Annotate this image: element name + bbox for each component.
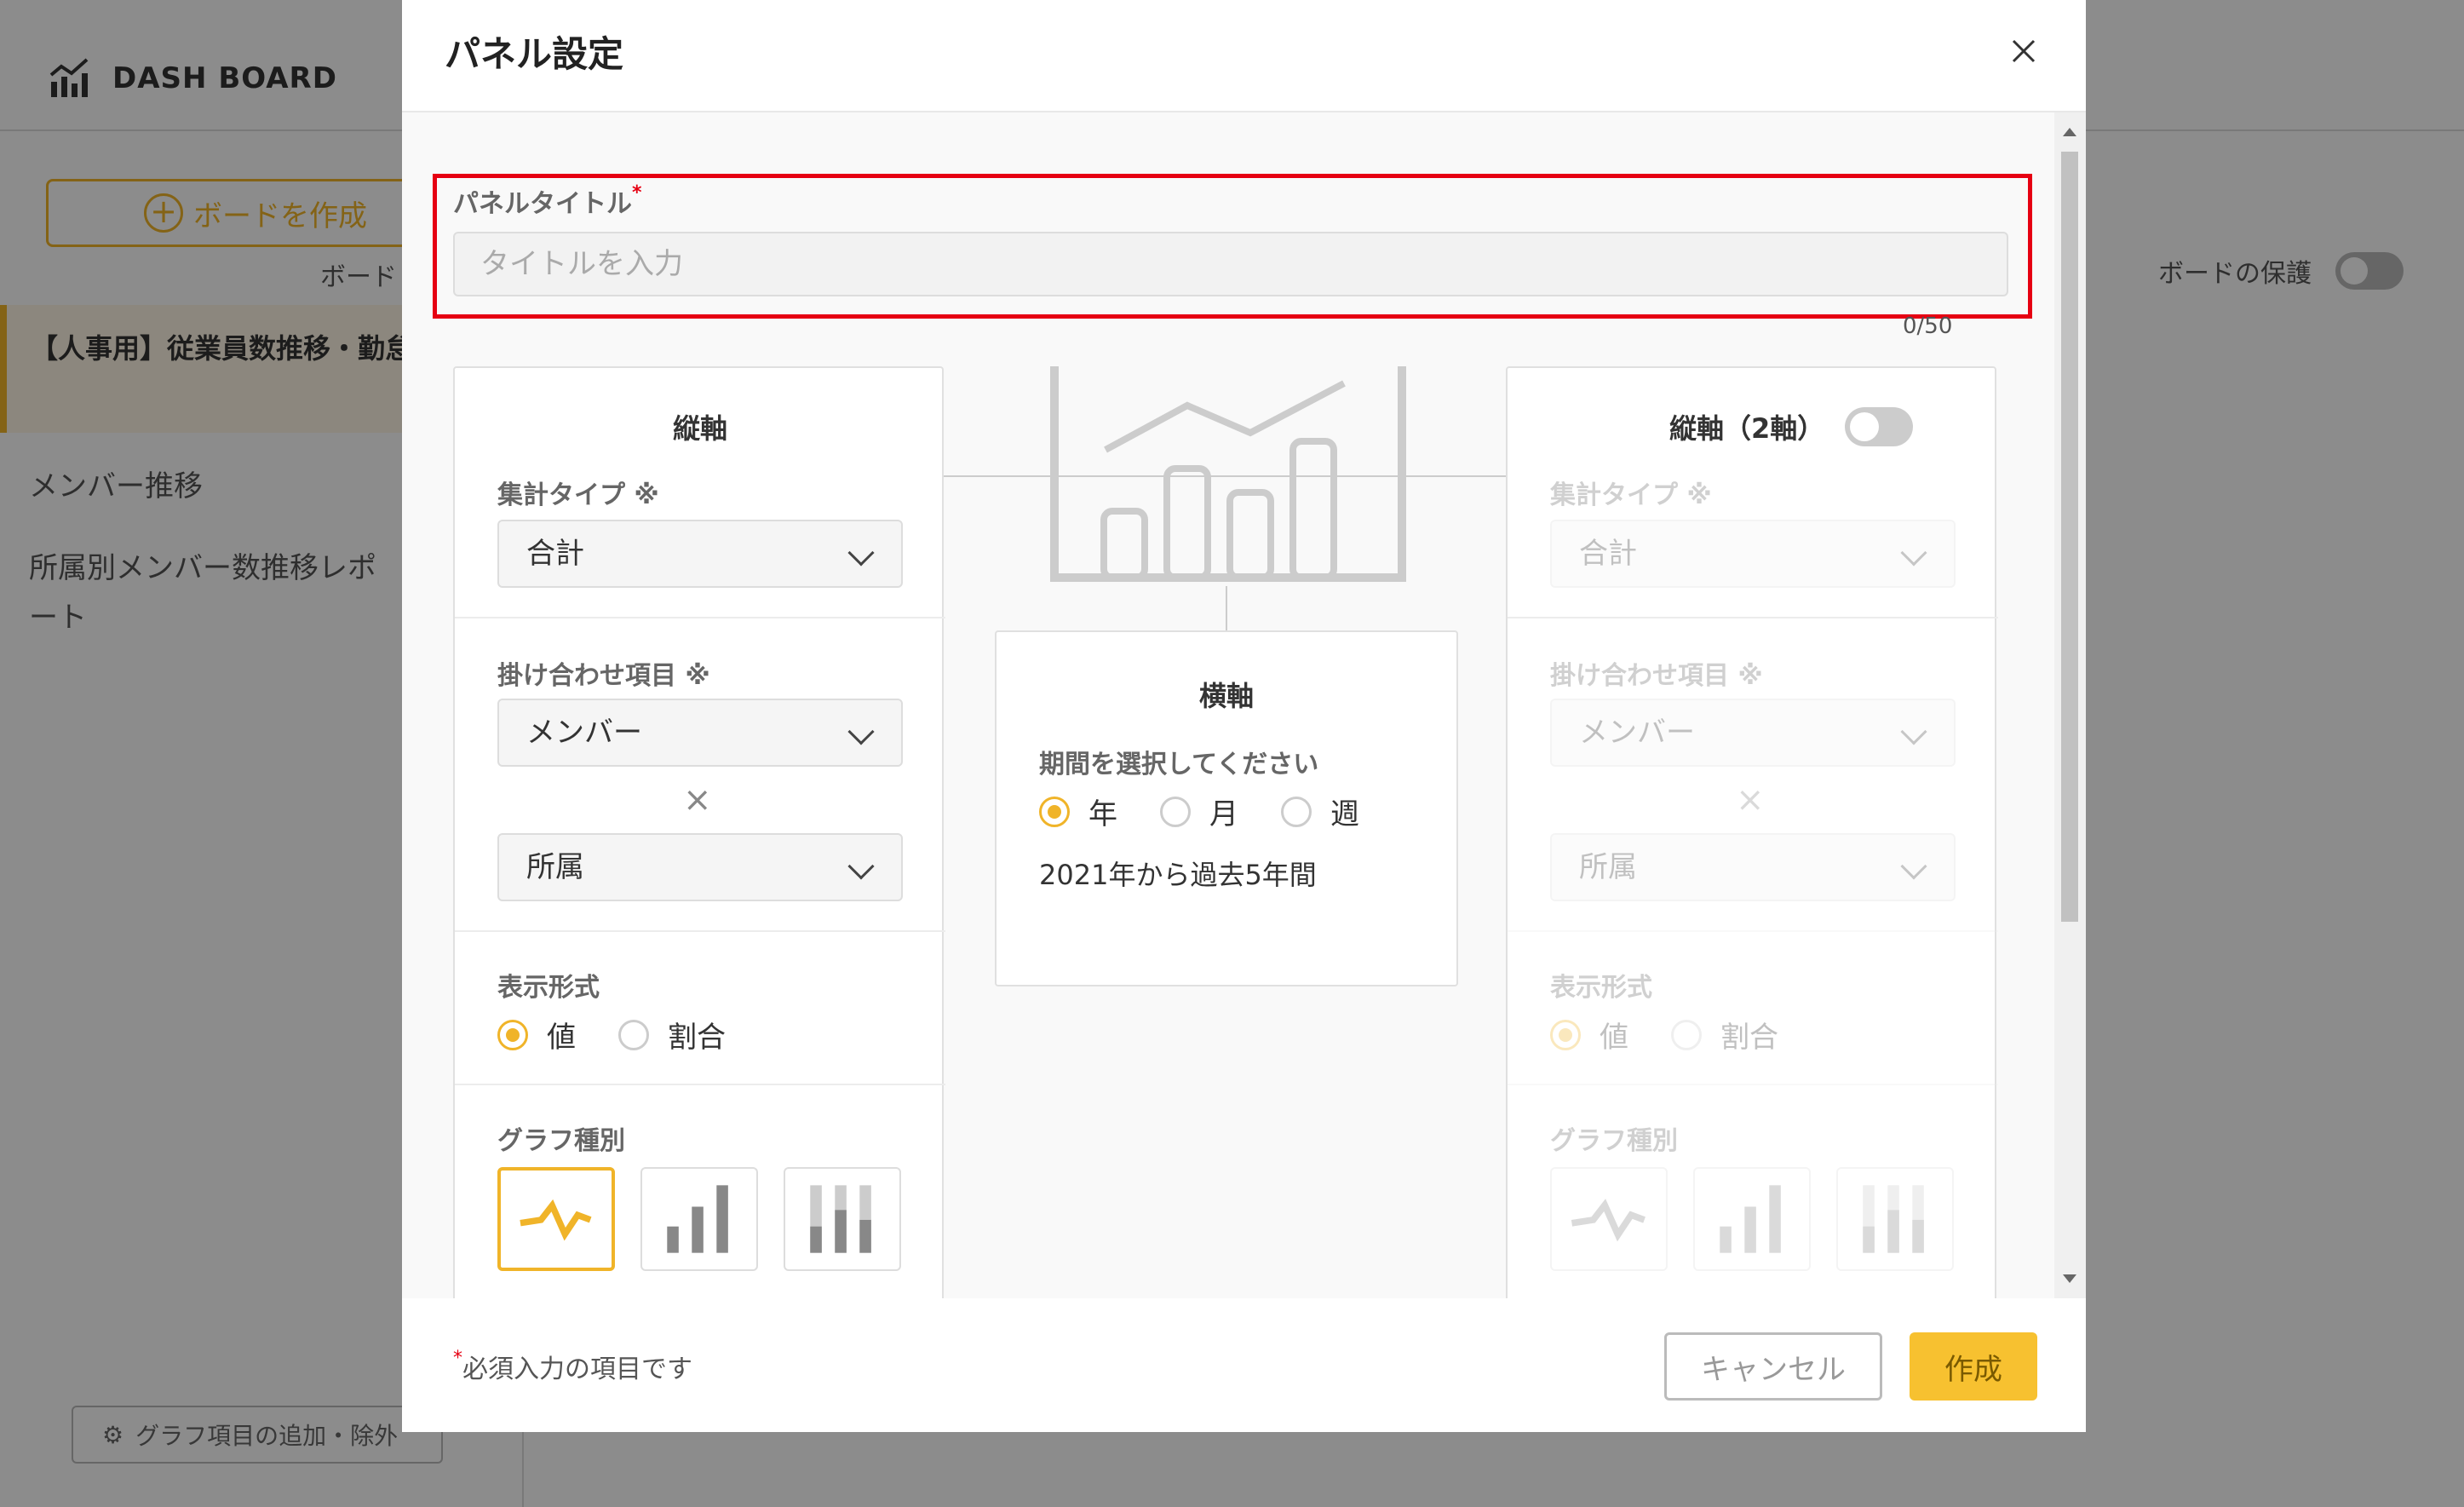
secondary-axis-heading: 縦軸（2軸） [1669, 412, 1825, 445]
required-mark: * [632, 182, 642, 204]
modal-footer: *必須入力の項目です キャンセル 作成 [402, 1298, 2086, 1432]
char-count: 0/50 [1903, 313, 1953, 339]
connector-line [1455, 475, 1506, 477]
combination-value-3: メンバー [1579, 716, 1695, 750]
combination-select-4: 所属 [1550, 833, 1956, 901]
vertical-axis-heading: 縦軸 [672, 412, 727, 445]
radio-value-2 [1550, 1019, 1581, 1050]
combination-label-2: 掛け合わせ項目 ※ [1550, 661, 1763, 691]
display-format-section-2: 表示形式 値 割合 [1508, 932, 1998, 1085]
chevron-down-icon [847, 718, 875, 745]
radio-value-label-2: 値 [1600, 1021, 1628, 1055]
stacked-bar-icon [810, 1185, 871, 1253]
bar-chart-icon [667, 1185, 728, 1253]
graph-type-section-2: グラフ種別 [1508, 1085, 1998, 1298]
period-range-text: 2021年から過去5年間 [1039, 859, 1317, 891]
chevron-down-icon [1900, 718, 1927, 745]
bar-chart-icon [1720, 1185, 1781, 1253]
combination-select-2[interactable]: 所属 [497, 833, 903, 901]
aggregate-type-label-2: 集計タイプ ※ [1550, 480, 1712, 510]
radio-ratio-2 [1671, 1019, 1702, 1050]
radio-value-label: 値 [547, 1021, 576, 1055]
modal-title: パネル設定 [445, 33, 624, 75]
required-note: *必須入力の項目です [453, 1348, 692, 1385]
combination-value-1: メンバー [526, 716, 642, 750]
times-icon: × [683, 780, 712, 820]
create-button[interactable]: 作成 [1910, 1332, 2037, 1401]
modal-header: パネル設定 [402, 0, 2086, 112]
required-mark: * [453, 1348, 462, 1369]
connector-line [1226, 586, 1227, 630]
cancel-button[interactable]: キャンセル [1664, 1332, 1882, 1401]
radio-ratio-label-2: 割合 [1720, 1021, 1778, 1055]
aggregate-section: 縦軸 集計タイプ ※ 合計 [455, 368, 945, 618]
horizontal-axis-card: 横軸 期間を選択してください 年 月 週 2021年から過去5年間 [995, 630, 1458, 986]
graph-type-line-button[interactable] [497, 1167, 615, 1271]
aggregate-section-2: 縦軸（2軸） 集計タイプ ※ 合計 [1508, 368, 1998, 618]
vertical-axis-card: 縦軸 集計タイプ ※ 合計 掛け合わせ項目 ※ メンバー × 所属 表示形式 値… [453, 366, 945, 1298]
aggregate-type-label: 集計タイプ ※ [497, 480, 659, 510]
aggregate-type-select[interactable]: 合計 [497, 520, 903, 588]
display-format-radios-2: 値 割合 [1550, 1014, 1821, 1055]
radio-week-label: 週 [1330, 797, 1359, 831]
scroll-up-arrow-icon[interactable] [2063, 128, 2076, 136]
chevron-down-icon [1900, 853, 1927, 880]
chart-illustration-icon [1050, 366, 1406, 582]
display-format-section: 表示形式 値 割合 [455, 932, 945, 1085]
radio-ratio-label: 割合 [668, 1021, 726, 1055]
graph-type-label-2: グラフ種別 [1550, 1126, 1678, 1156]
line-chart-icon [520, 1199, 592, 1241]
scroll-thumb[interactable] [2061, 152, 2078, 922]
graph-type-bar-button-2 [1693, 1167, 1811, 1271]
graph-type-label: グラフ種別 [497, 1126, 625, 1156]
graph-type-stacked-button-2 [1836, 1167, 1954, 1271]
panel-title-input[interactable] [453, 232, 2008, 296]
combination-label: 掛け合わせ項目 ※ [497, 661, 710, 691]
panel-title-label-text: パネルタイトル [453, 189, 632, 219]
close-icon[interactable] [2003, 31, 2044, 72]
combination-section: 掛け合わせ項目 ※ メンバー × 所属 [455, 618, 945, 932]
panel-settings-modal: パネル設定 パネルタイトル* 0/50 縦軸 集計タイプ ※ [402, 0, 2086, 1432]
combination-select-1[interactable]: メンバー [497, 699, 903, 767]
graph-type-section: グラフ種別 [455, 1085, 945, 1298]
radio-year[interactable] [1039, 796, 1070, 827]
line-chart-icon [1571, 1199, 1646, 1242]
graph-type-line-button-2 [1550, 1167, 1668, 1271]
secondary-axis-card: 縦軸（2軸） 集計タイプ ※ 合計 掛け合わせ項目 ※ メンバー × 所属 表示… [1506, 366, 1998, 1298]
radio-month[interactable] [1160, 796, 1191, 827]
display-format-label: 表示形式 [497, 973, 600, 1003]
graph-type-bar-button[interactable] [640, 1167, 758, 1271]
chevron-down-icon [1900, 539, 1927, 567]
stacked-bar-icon [1863, 1185, 1924, 1253]
combination-section-2: 掛け合わせ項目 ※ メンバー × 所属 [1508, 618, 1998, 932]
combination-value-2: 所属 [526, 850, 584, 884]
combination-value-4: 所属 [1579, 850, 1637, 884]
times-icon: × [1736, 780, 1765, 820]
radio-ratio[interactable] [618, 1019, 649, 1050]
radio-month-label: 月 [1209, 797, 1238, 831]
required-note-text: 必須入力の項目です [462, 1355, 692, 1384]
radio-year-label: 年 [1088, 797, 1117, 831]
period-radios: 年 月 週 [1039, 791, 1402, 832]
period-label: 期間を選択してください [1039, 750, 1319, 779]
panel-title-label: パネルタイトル* [453, 182, 642, 220]
chevron-down-icon [847, 539, 875, 567]
aggregate-type-value-2: 合計 [1579, 537, 1637, 571]
secondary-axis-toggle[interactable] [1845, 407, 1913, 446]
modal-body: パネルタイトル* 0/50 縦軸 集計タイプ ※ 合計 [402, 112, 2054, 1298]
chevron-down-icon [847, 853, 875, 880]
scrollbar[interactable] [2054, 112, 2086, 1298]
graph-type-stacked-button[interactable] [784, 1167, 901, 1271]
scroll-down-arrow-icon[interactable] [2063, 1274, 2076, 1283]
radio-value[interactable] [497, 1019, 528, 1050]
display-format-radios: 値 割合 [497, 1014, 768, 1055]
combination-select-3: メンバー [1550, 699, 1956, 767]
display-format-label-2: 表示形式 [1550, 973, 1652, 1003]
aggregate-type-select-2: 合計 [1550, 520, 1956, 588]
horizontal-axis-heading: 横軸 [1198, 680, 1254, 712]
aggregate-type-value: 合計 [526, 537, 584, 571]
radio-week[interactable] [1281, 796, 1312, 827]
